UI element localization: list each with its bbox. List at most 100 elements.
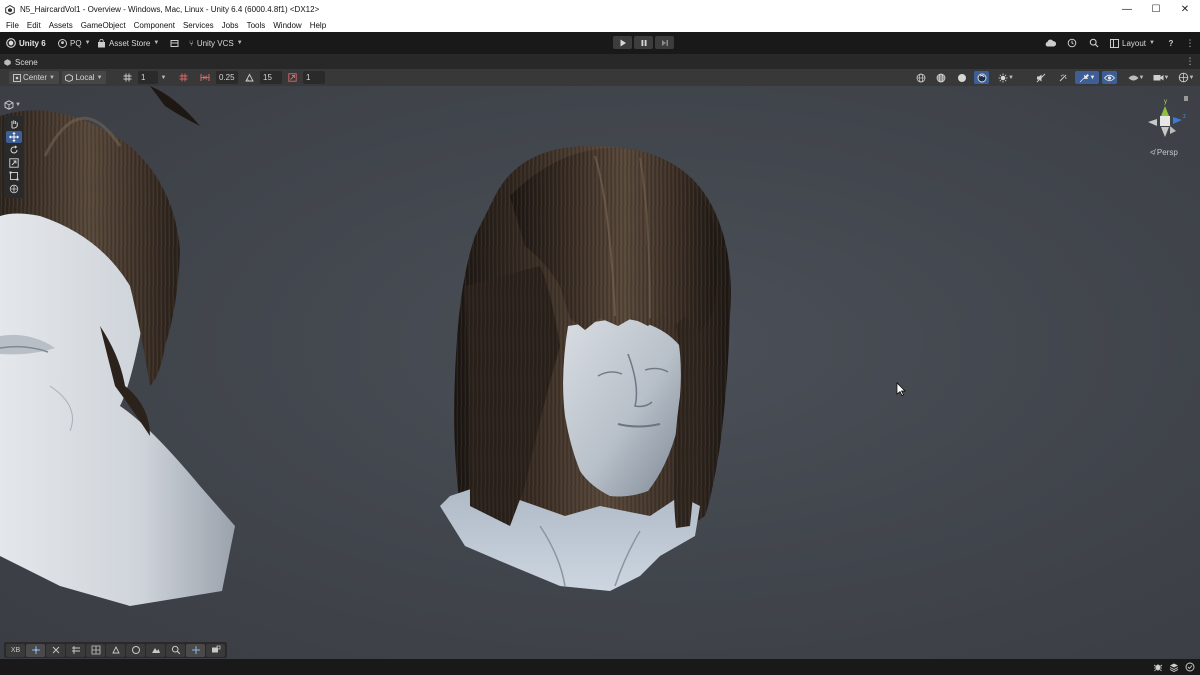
wireframe-mode-button[interactable]	[913, 71, 928, 84]
gizmo-y-axis[interactable]	[1161, 106, 1169, 116]
grid-visibility-toggle[interactable]	[120, 71, 135, 84]
asset-store-button[interactable]: Asset Store ▼	[97, 36, 159, 50]
transform-tool[interactable]	[6, 183, 22, 195]
probuilder-overlay-button[interactable]	[106, 643, 125, 657]
play-button[interactable]	[613, 36, 632, 49]
move-snap-field[interactable]: 0.25	[216, 71, 238, 84]
lighting-overlay-button[interactable]	[126, 643, 145, 657]
pan-overlay-button[interactable]	[186, 643, 205, 657]
move-tool[interactable]	[6, 131, 22, 143]
rotate-snap-toggle[interactable]	[242, 71, 257, 84]
pivot-label: Center	[23, 73, 48, 82]
space-mode-dropdown[interactable]: Local ▼	[62, 71, 106, 84]
tab-scene[interactable]: Scene	[4, 55, 38, 69]
audio-toggle[interactable]	[1033, 71, 1048, 84]
more-options-icon[interactable]: ⋮	[1183, 36, 1197, 50]
grid-overlay-icon	[71, 646, 80, 654]
pivot-mode-dropdown[interactable]: Center ▼	[9, 71, 59, 84]
menu-services[interactable]: Services	[183, 21, 214, 30]
grid-overlay-button[interactable]	[66, 643, 85, 657]
local-space-icon	[65, 73, 74, 82]
gizmo-center-cube[interactable]	[1160, 116, 1170, 126]
grid-plane-dropdown[interactable]: ▼	[158, 71, 169, 84]
effects-toggle[interactable]	[1055, 71, 1070, 84]
gizmo-z-axis[interactable]	[1173, 117, 1182, 124]
search-overlay-button[interactable]	[166, 643, 185, 657]
account-dropdown[interactable]: PQ ▼	[58, 36, 91, 50]
shaded-mode-button[interactable]	[954, 71, 969, 84]
close-button[interactable]: ✕	[1170, 0, 1200, 19]
search-icon[interactable]	[1087, 36, 1101, 50]
gizmo-neg-z-axis[interactable]	[1170, 126, 1176, 134]
layout-icon	[1110, 38, 1119, 48]
maximize-button[interactable]: ☐	[1141, 0, 1171, 19]
help-button[interactable]: ?	[1164, 36, 1178, 50]
gizmo-y-label: y	[1164, 99, 1167, 105]
xr-button[interactable]: XB	[6, 643, 25, 657]
lit-mode-button[interactable]	[974, 71, 989, 84]
shaded-wireframe-button[interactable]	[933, 71, 948, 84]
step-button[interactable]	[655, 36, 674, 49]
scale-snap-field[interactable]: 1	[303, 71, 325, 84]
eye-layers-icon	[1128, 75, 1139, 80]
chevron-down-icon: ▼	[1149, 40, 1155, 46]
version-control-dropdown[interactable]: ⑂ Unity VCS ▼	[189, 36, 243, 50]
progress-check-icon[interactable]	[1184, 661, 1196, 673]
chevron-down-icon: ▼	[49, 74, 55, 81]
gizmo-lock-icon[interactable]	[1184, 96, 1188, 101]
projection-label[interactable]: ≮ Persp	[1150, 148, 1178, 157]
gizmo-neg-y-axis[interactable]	[1161, 127, 1169, 137]
menu-help[interactable]: Help	[310, 21, 326, 30]
grid-snap-toggle[interactable]	[176, 71, 191, 84]
layers-icon[interactable]	[1168, 661, 1180, 673]
menu-file[interactable]: File	[6, 21, 19, 30]
unity-account-button[interactable]: Unity 6	[6, 36, 46, 50]
menu-gameobject[interactable]: GameObject	[81, 21, 126, 30]
hand-tool[interactable]	[6, 118, 22, 130]
snap-overlay-button[interactable]	[86, 643, 105, 657]
hidden-objects-dropdown[interactable]: ▼	[1125, 71, 1147, 84]
menu-component[interactable]: Component	[134, 21, 175, 30]
camera-overlay-button[interactable]	[206, 643, 225, 657]
scene-viewport[interactable]: ▼ y z ≮ Persp XB	[0, 86, 1200, 659]
grid-size-field[interactable]: 1	[138, 71, 158, 84]
history-icon[interactable]	[1065, 36, 1079, 50]
menu-window[interactable]: Window	[273, 21, 301, 30]
terrain-overlay-button[interactable]	[146, 643, 165, 657]
lighting-dropdown[interactable]: ▼	[995, 71, 1017, 84]
minimize-button[interactable]: —	[1112, 0, 1142, 19]
rotate-icon	[10, 145, 18, 154]
rotate-snap-field[interactable]: 15	[260, 71, 282, 84]
debug-bug-icon[interactable]	[1152, 661, 1164, 673]
increment-snap-toggle[interactable]	[197, 71, 212, 84]
light-bulb-icon	[998, 73, 1008, 82]
menu-jobs[interactable]: Jobs	[222, 21, 239, 30]
menu-tools[interactable]: Tools	[247, 21, 266, 30]
gizmos-dropdown[interactable]: ▼	[1175, 71, 1197, 84]
scale-snap-toggle[interactable]	[285, 71, 300, 84]
tools-overlay-button[interactable]	[46, 643, 65, 657]
cloud-icon[interactable]	[1043, 36, 1057, 50]
probuilder-icon	[111, 645, 120, 654]
tab-menu-icon[interactable]: ⋮	[1183, 54, 1197, 68]
scene-visibility-toggle[interactable]	[1102, 71, 1117, 84]
package-icon[interactable]	[167, 36, 181, 50]
scale-tool[interactable]	[6, 157, 22, 169]
rotate-tool[interactable]	[6, 144, 22, 156]
effects-dropdown[interactable]: ▼	[1075, 71, 1099, 84]
scene-toolbar: Center ▼ Local ▼ 1 ▼ 0.25 15 1 ▼ ▼ ▼ ▼ ▼	[0, 69, 1200, 86]
move-overlay-button[interactable]	[26, 643, 45, 657]
gizmo-neg-x-axis[interactable]	[1148, 119, 1157, 126]
camera-settings-dropdown[interactable]: ▼	[1150, 71, 1172, 84]
chevron-down-icon: ▼	[96, 74, 103, 81]
scene-tab-bar: Scene ⋮	[0, 54, 1200, 69]
chevron-down-icon: ▼	[1163, 74, 1170, 81]
rect-tool[interactable]	[6, 170, 22, 182]
scene-tab-label: Scene	[15, 57, 38, 67]
menu-assets[interactable]: Assets	[49, 21, 73, 30]
layout-dropdown[interactable]: Layout ▼	[1110, 36, 1155, 50]
account-label: PQ	[70, 38, 82, 48]
menu-edit[interactable]: Edit	[27, 21, 41, 30]
pause-button[interactable]	[634, 36, 653, 49]
view-options-dropdown[interactable]: ▼	[4, 100, 21, 110]
